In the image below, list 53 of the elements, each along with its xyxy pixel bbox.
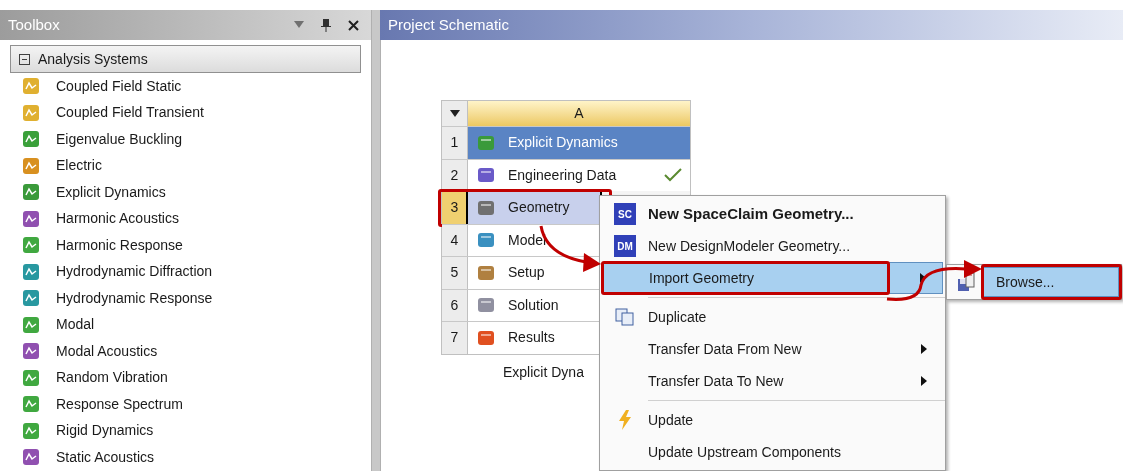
menu-item[interactable]: Transfer Data From New: [602, 333, 943, 365]
system-caption: Explicit Dyna: [503, 363, 584, 382]
row-number: 6: [442, 289, 468, 321]
system-cell[interactable]: Engineering Data: [468, 159, 690, 191]
lightning-icon: [617, 410, 633, 430]
menu-item[interactable]: Update: [602, 404, 943, 436]
system-cell[interactable]: Geometry: [468, 192, 600, 224]
panel-title: Toolbox: [8, 14, 61, 35]
row-number: 1: [442, 127, 468, 159]
row-number: 4: [442, 224, 468, 256]
toolbox-item[interactable]: Modal: [22, 311, 371, 338]
system-cell[interactable]: Solution: [468, 289, 600, 321]
toolbox-item[interactable]: Harmonic Response: [22, 232, 371, 259]
pin-icon[interactable]: [320, 18, 332, 32]
menu-item[interactable]: Update Upstream Components: [602, 436, 943, 468]
system-cell[interactable]: Explicit Dynamics: [468, 127, 690, 159]
dropdown-icon[interactable]: [449, 110, 460, 117]
toolbox-item[interactable]: Electric: [22, 152, 371, 179]
app-badge: DM: [614, 235, 636, 257]
toolbox-item[interactable]: Rigid Dynamics: [22, 417, 371, 444]
toolbox-item[interactable]: Harmonic Acoustics: [22, 205, 371, 232]
toolbox-item[interactable]: Eigenvalue Buckling: [22, 126, 371, 153]
section-header[interactable]: Analysis Systems: [10, 45, 361, 73]
toolbox-item[interactable]: Modal Acoustics: [22, 338, 371, 365]
menu-item[interactable]: SC New SpaceClaim Geometry...: [602, 198, 943, 230]
toolbox-item[interactable]: Response Spectrum: [22, 391, 371, 418]
system-cell[interactable]: Setup: [468, 257, 600, 289]
row-number: 3: [442, 192, 468, 224]
toolbox-item[interactable]: Random Vibration: [22, 364, 371, 391]
menu-item[interactable]: Browse...: [983, 267, 1119, 297]
system-cell[interactable]: Model: [468, 224, 600, 256]
row-number: 2: [442, 159, 468, 191]
column-header: A: [468, 101, 690, 126]
copy-icon: [615, 308, 635, 326]
toolbox-item[interactable]: Static Acoustics: [22, 444, 371, 471]
menu-item[interactable]: Import Geometry: [602, 262, 943, 294]
close-icon[interactable]: [348, 19, 359, 31]
toolbox-item[interactable]: Hydrodynamic Diffraction: [22, 258, 371, 285]
section-label: Analysis Systems: [38, 49, 148, 69]
toolbox-item[interactable]: Hydrodynamic Response: [22, 285, 371, 312]
panel-title: Project Schematic: [388, 14, 509, 35]
menu-item[interactable]: DM New DesignModeler Geometry...: [602, 230, 943, 262]
toolbox-item[interactable]: Coupled Field Transient: [22, 99, 371, 126]
system-cell[interactable]: Results: [468, 322, 600, 354]
toolbox-item[interactable]: Coupled Field Static: [22, 73, 371, 100]
header-cell[interactable]: [442, 101, 468, 126]
menu-item[interactable]: Duplicate: [602, 301, 943, 333]
menu-item[interactable]: Transfer Data To New: [602, 365, 943, 397]
row-number: 5: [442, 257, 468, 289]
row-number: 7: [442, 322, 468, 354]
app-badge: SC: [614, 203, 636, 225]
toolbox-item[interactable]: Explicit Dynamics: [22, 179, 371, 206]
collapse-icon[interactable]: [19, 53, 30, 65]
